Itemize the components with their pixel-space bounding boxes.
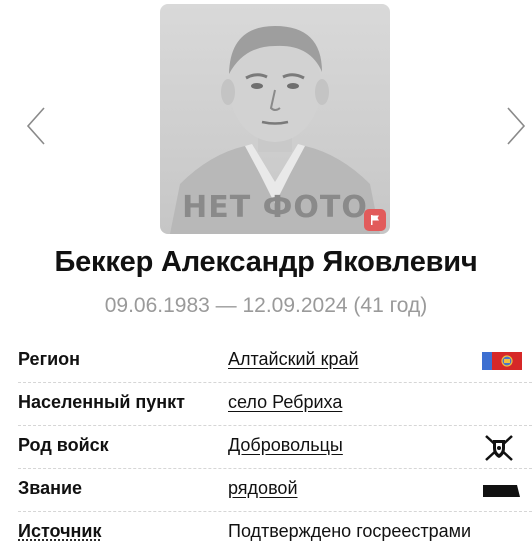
next-photo-button[interactable] xyxy=(502,104,530,148)
region-label: Регион xyxy=(18,349,80,369)
life-dates: 09.06.1983 — 12.09.2024 (41 год) xyxy=(104,294,428,317)
settlement-link[interactable]: село Ребриха xyxy=(228,392,342,413)
report-flag-button[interactable] xyxy=(364,209,386,231)
altai-flag-icon xyxy=(481,351,523,371)
detail-row-source: Источник Подтверждено госреестрами xyxy=(18,512,532,554)
settlement-label: Населенный пункт xyxy=(18,392,186,412)
details-table: Регион Алтайский край Населенный пункт с… xyxy=(18,340,532,554)
flag-icon xyxy=(371,215,379,225)
source-value: Подтверждено госреестрами xyxy=(228,521,472,541)
rank-label: Звание xyxy=(18,478,83,498)
rank-link[interactable]: рядовой xyxy=(228,478,298,499)
chevron-right-icon xyxy=(507,107,526,145)
person-name: Беккер Александр Яковлевич xyxy=(54,246,478,278)
no-photo-label: НЕТ ФОТО xyxy=(182,190,368,225)
troops-label: Род войск xyxy=(18,435,109,455)
region-link[interactable]: Алтайский край xyxy=(228,349,359,370)
detail-row-settlement: Населенный пункт село Ребриха xyxy=(18,383,532,426)
prev-photo-button[interactable] xyxy=(22,104,50,148)
no-photo-placeholder: НЕТ ФОТО xyxy=(160,4,390,234)
rank-insignia-icon xyxy=(480,483,522,499)
troops-link[interactable]: Добровольцы xyxy=(228,435,343,456)
detail-row-region: Регион Алтайский край xyxy=(18,340,532,383)
chevron-left-icon xyxy=(26,107,45,145)
detail-row-rank: Звание рядовой xyxy=(18,469,532,512)
source-label[interactable]: Источник xyxy=(18,521,101,542)
volunteers-emblem-icon xyxy=(482,433,516,463)
detail-row-troops: Род войск Добровольцы xyxy=(18,426,532,469)
